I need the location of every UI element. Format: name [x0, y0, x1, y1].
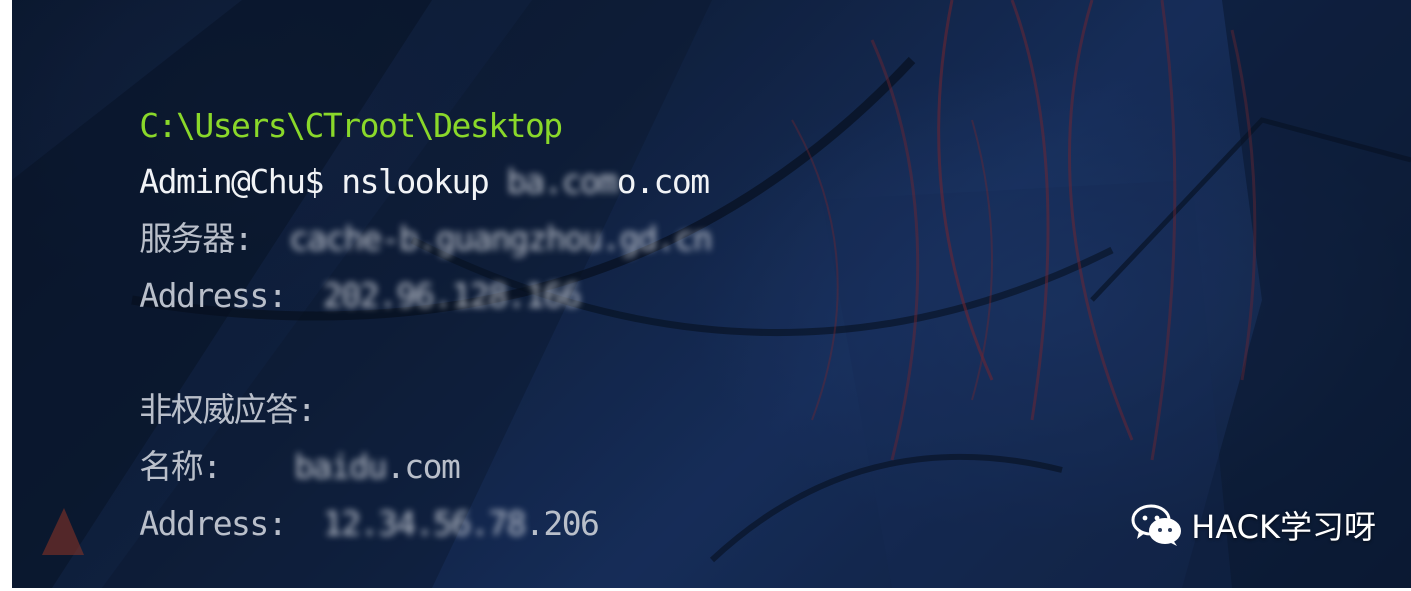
current-path-line: C:\Users\CTroot\Desktop — [29, 66, 563, 145]
redacted-server-address: 202.96.128.166 — [322, 276, 582, 315]
non-authoritative-line: 非权威应答: — [29, 350, 316, 429]
redacted-result-address: 12.34.56.78 — [322, 504, 527, 543]
terminal-output: C:\Users\CTroot\Desktop Admin@Chu$ nsloo… — [12, 0, 1411, 588]
wechat-icon — [1131, 504, 1182, 546]
result-address-label: Address: — [139, 504, 323, 543]
server-address-label: Address: — [139, 276, 323, 315]
name-line: 名称: baidu.com — [29, 407, 461, 486]
watermark-text: HACK学习呀 — [1191, 508, 1376, 546]
command-line: Admin@Chu$ nslookup ba.como.com — [29, 122, 710, 201]
terminal-window: C:\Users\CTroot\Desktop Admin@Chu$ nsloo… — [12, 0, 1411, 588]
server-line: 服务器: cache-b.guangzhou.gd.cn — [29, 179, 713, 258]
wechat-watermark: HACK学习呀 — [1131, 502, 1376, 548]
result-address-suffix: .206 — [524, 504, 600, 543]
result-address-line: Address: 12.34.56.78.206 — [29, 464, 600, 543]
server-address-line: Address: 202.96.128.166 — [29, 236, 581, 315]
